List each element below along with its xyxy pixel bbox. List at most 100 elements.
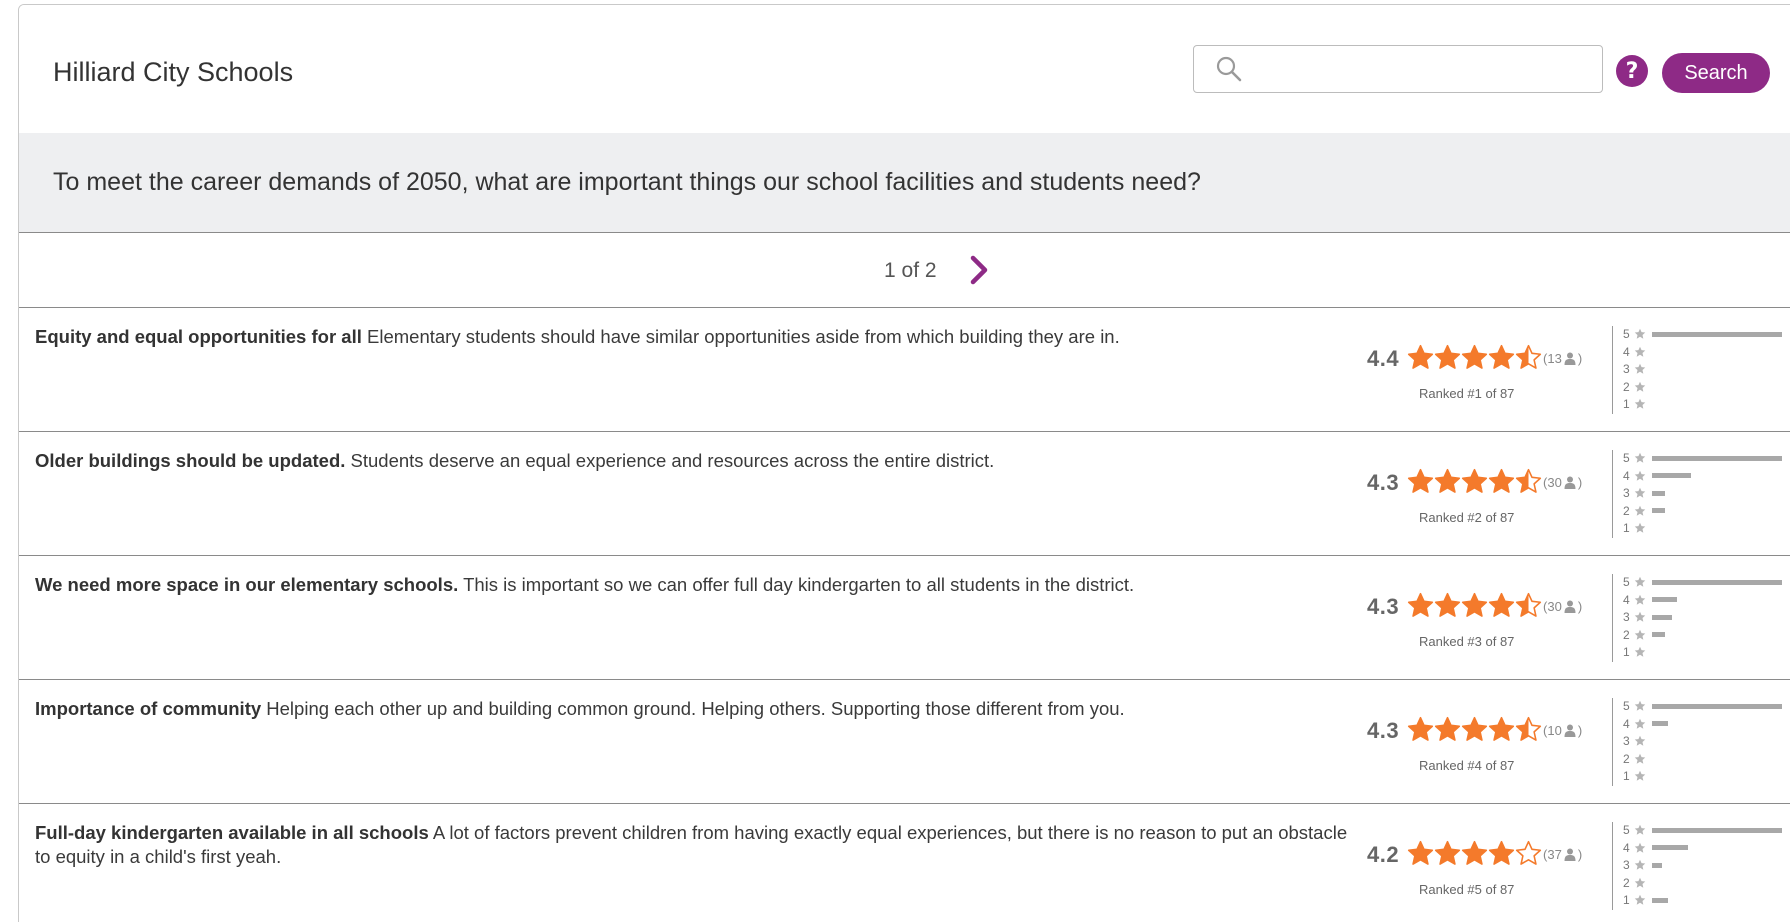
distribution-bar: [1652, 473, 1691, 478]
distribution-bar: [1652, 845, 1688, 850]
help-icon[interactable]: ?: [1616, 55, 1648, 87]
star-rating[interactable]: [1407, 716, 1542, 743]
star-full-icon[interactable]: [1434, 592, 1461, 619]
star-full-icon[interactable]: [1434, 344, 1461, 371]
idea-list: Equity and equal opportunities for all E…: [19, 308, 1790, 922]
distribution-level: 1: [1623, 521, 1630, 535]
star-full-icon[interactable]: [1461, 344, 1488, 371]
star-small-icon: [1634, 824, 1646, 835]
star-full-icon[interactable]: [1461, 716, 1488, 743]
voter-count: ( 10 ): [1543, 723, 1582, 738]
star-full-icon[interactable]: [1434, 840, 1461, 867]
idea-row[interactable]: We need more space in our elementary sch…: [19, 556, 1790, 680]
star-full-icon[interactable]: [1488, 716, 1515, 743]
star-full-icon[interactable]: [1434, 716, 1461, 743]
idea-row[interactable]: Full-day kindergarten available in all s…: [19, 804, 1790, 922]
star-full-icon[interactable]: [1407, 716, 1434, 743]
rating-widget: 4.3 ( 30 ) Ranked #3 of 87: [1367, 592, 1612, 654]
distribution-bar: [1652, 632, 1665, 637]
distribution-bar: [1652, 897, 1668, 903]
average-score: 4.3: [1367, 470, 1400, 495]
star-small-icon: [1634, 718, 1646, 729]
star-rating[interactable]: [1407, 468, 1542, 495]
star-half-icon[interactable]: [1515, 344, 1542, 371]
star-small-icon: [1634, 470, 1646, 481]
star-rating[interactable]: [1407, 592, 1542, 619]
paren-close: ): [1577, 351, 1583, 366]
star-half-icon[interactable]: [1515, 716, 1542, 743]
star-full-icon[interactable]: [1407, 592, 1434, 619]
voter-count: ( 30 ): [1543, 475, 1582, 490]
rating-distribution: 5 4 3 2 1: [1612, 450, 1790, 538]
star-full-icon[interactable]: [1488, 592, 1515, 619]
distribution-row: 4: [1623, 468, 1691, 484]
distribution-row: 2: [1623, 503, 1665, 519]
star-small-icon: [1634, 735, 1646, 746]
distribution-row: 3: [1623, 733, 1652, 749]
star-full-icon[interactable]: [1461, 468, 1488, 495]
star-empty-icon[interactable]: [1515, 840, 1542, 867]
star-small-icon: [1634, 770, 1646, 781]
star-half-icon[interactable]: [1515, 468, 1542, 495]
idea-row[interactable]: Equity and equal opportunities for all E…: [19, 308, 1790, 432]
star-full-icon[interactable]: [1461, 592, 1488, 619]
star-small-icon: [1634, 398, 1646, 409]
distribution-level: 5: [1623, 575, 1630, 589]
search-input[interactable]: [1254, 49, 1602, 89]
distribution-level: 3: [1623, 734, 1630, 748]
star-small-icon: [1634, 646, 1646, 657]
distribution-row: 3: [1623, 485, 1665, 501]
distribution-level: 5: [1623, 823, 1630, 837]
distribution-row: 5: [1623, 822, 1782, 838]
star-small-icon: [1634, 700, 1646, 711]
idea-row[interactable]: Importance of community Helping each oth…: [19, 680, 1790, 804]
star-full-icon[interactable]: [1407, 468, 1434, 495]
idea-title: Older buildings should be updated.: [35, 450, 346, 471]
rank-label: Ranked #5 of 87: [1419, 882, 1515, 897]
star-full-icon[interactable]: [1488, 344, 1515, 371]
distribution-level: 2: [1623, 503, 1630, 518]
distribution-bar: [1652, 490, 1665, 496]
distribution-level: 1: [1623, 397, 1630, 411]
idea-body: This is important so we can offer full d…: [463, 574, 1135, 595]
idea-text: Full-day kindergarten available in all s…: [35, 821, 1360, 869]
distribution-row: 4: [1623, 840, 1688, 856]
star-small-icon: [1634, 629, 1646, 640]
person-icon: [1564, 724, 1576, 737]
idea-row[interactable]: Older buildings should be updated. Stude…: [19, 432, 1790, 556]
average-score: 4.2: [1367, 842, 1400, 867]
average-score: 4.3: [1367, 594, 1400, 619]
star-rating[interactable]: [1407, 344, 1542, 371]
distribution-row: 1: [1623, 768, 1652, 784]
distribution-row: 2: [1623, 875, 1652, 891]
distribution-bar: [1652, 455, 1782, 461]
star-full-icon[interactable]: [1434, 468, 1461, 495]
search-icon: [1216, 56, 1242, 82]
star-full-icon[interactable]: [1488, 468, 1515, 495]
distribution-row: 3: [1623, 361, 1652, 377]
star-small-icon: [1634, 363, 1646, 374]
star-full-icon[interactable]: [1461, 840, 1488, 867]
chevron-right-icon[interactable]: [964, 253, 994, 287]
search-button[interactable]: Search: [1662, 53, 1770, 93]
star-full-icon[interactable]: [1407, 840, 1434, 867]
idea-text: Equity and equal opportunities for all E…: [35, 325, 1360, 349]
star-full-icon[interactable]: [1488, 840, 1515, 867]
star-full-icon[interactable]: [1407, 344, 1434, 371]
star-small-icon: [1634, 576, 1646, 587]
distribution-level: 5: [1623, 451, 1630, 465]
voter-count: ( 37 ): [1543, 847, 1582, 862]
paren-close: ): [1577, 599, 1583, 614]
star-small-icon: [1634, 522, 1646, 533]
person-icon: [1564, 476, 1576, 489]
distribution-level: 3: [1623, 610, 1630, 624]
star-rating[interactable]: [1407, 840, 1542, 867]
distribution-row: 2: [1623, 379, 1652, 395]
star-small-icon: [1634, 487, 1646, 498]
distribution-bar: [1652, 579, 1782, 585]
search-box[interactable]: [1193, 45, 1603, 93]
star-half-icon[interactable]: [1515, 592, 1542, 619]
average-score: 4.3: [1367, 718, 1400, 743]
star-small-icon: [1634, 452, 1646, 463]
distribution-level: 1: [1623, 893, 1630, 907]
